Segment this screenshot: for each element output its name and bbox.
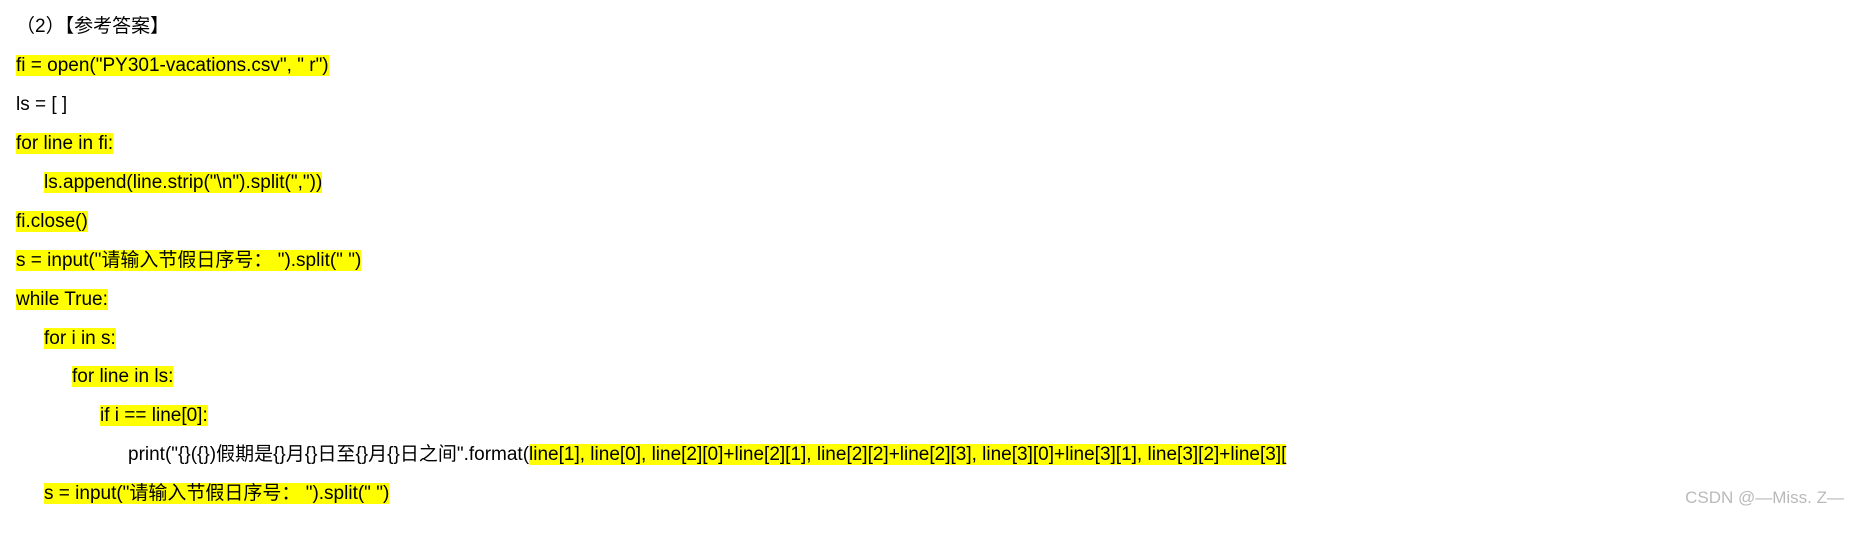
code-block: （2）【参考答案】 fi = open("PY301-vacations.csv… bbox=[16, 8, 1838, 514]
code-line: for line in fi: bbox=[16, 125, 1838, 164]
code-line: while True: bbox=[16, 281, 1838, 320]
code-line: fi.close() bbox=[16, 203, 1838, 242]
code-line: ls.append(line.strip("\n").split(",")) bbox=[16, 164, 1838, 203]
code-line: if i == line[0]: bbox=[16, 397, 1838, 436]
code-line: s = input("请输入节假日序号： ").split(" ") bbox=[16, 475, 1838, 514]
code-line: print("{}({})假期是{}月{}日至{}月{}日之间".format(… bbox=[16, 436, 1838, 475]
code-line: fi = open("PY301-vacations.csv", " r") bbox=[16, 47, 1838, 86]
code-line: for i in s: bbox=[16, 320, 1838, 359]
header-line: （2）【参考答案】 bbox=[16, 8, 1838, 47]
code-line: for line in ls: bbox=[16, 358, 1838, 397]
code-line: s = input("请输入节假日序号： ").split(" ") bbox=[16, 242, 1838, 281]
code-line: ls = [ ] bbox=[16, 86, 1838, 125]
watermark: CSDN @—Miss. Z— bbox=[1685, 481, 1844, 516]
